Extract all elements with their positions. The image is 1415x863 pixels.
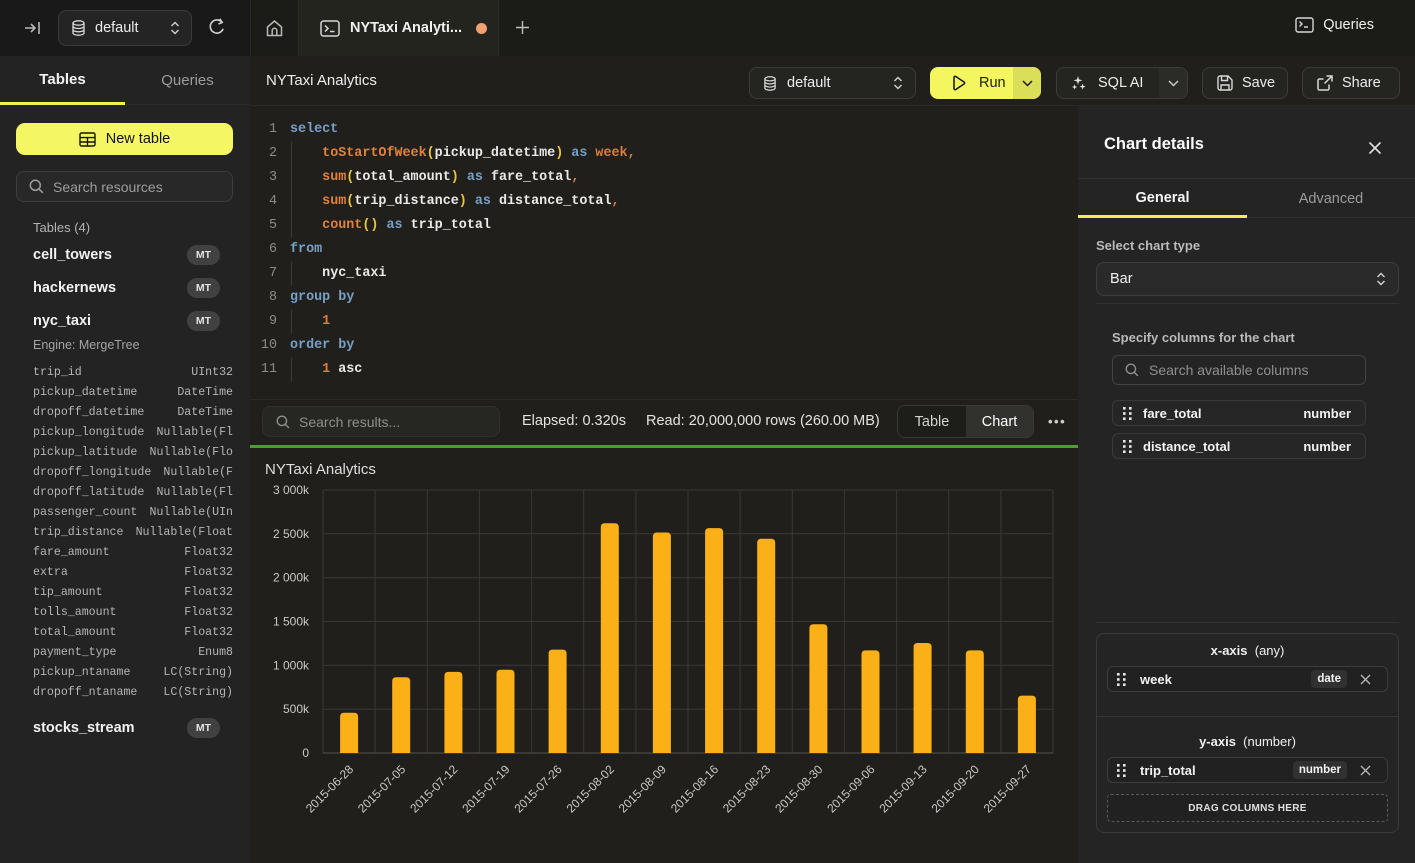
svg-text:2 000k: 2 000k [273,571,310,585]
svg-text:2015-08-23: 2015-08-23 [720,762,774,816]
svg-text:2015-07-12: 2015-07-12 [407,762,461,816]
svg-text:2015-09-27: 2015-09-27 [981,762,1035,816]
svg-text:2 500k: 2 500k [273,527,310,541]
svg-text:1 000k: 1 000k [273,658,310,672]
svg-text:2015-08-16: 2015-08-16 [668,762,722,816]
svg-text:2015-07-19: 2015-07-19 [459,762,513,816]
svg-text:2015-09-06: 2015-09-06 [824,762,878,816]
svg-text:1 500k: 1 500k [273,615,310,629]
svg-text:NYTaxi Analytics: NYTaxi Analytics [265,461,376,478]
svg-text:2015-07-05: 2015-07-05 [355,762,409,816]
svg-text:2015-06-28: 2015-06-28 [303,762,357,816]
svg-text:2015-08-30: 2015-08-30 [772,762,826,816]
svg-text:500k: 500k [283,702,310,716]
svg-text:2015-07-26: 2015-07-26 [511,762,565,816]
svg-text:2015-08-09: 2015-08-09 [616,762,670,816]
svg-text:0: 0 [302,746,309,760]
svg-text:2015-09-13: 2015-09-13 [876,762,930,816]
svg-text:2015-09-20: 2015-09-20 [929,762,983,816]
svg-text:2015-08-02: 2015-08-02 [564,762,618,816]
svg-text:3 000k: 3 000k [273,483,310,497]
